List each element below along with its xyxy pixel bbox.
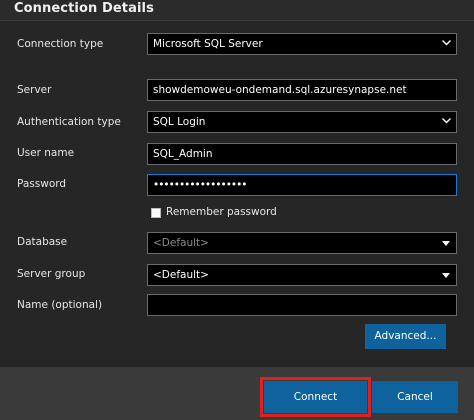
user-name-value: SQL_Admin bbox=[153, 148, 213, 160]
name-optional-label: Name (optional) bbox=[17, 299, 103, 311]
dialog-title: Connection Details bbox=[14, 1, 154, 16]
name-optional-input[interactable] bbox=[147, 294, 457, 316]
database-value: <Default> bbox=[153, 237, 209, 249]
password-value: •••••••••••••••••• bbox=[153, 179, 247, 191]
password-label: Password bbox=[17, 178, 67, 190]
advanced-button[interactable]: Advanced... bbox=[365, 324, 446, 349]
connection-type-value: Microsoft SQL Server bbox=[153, 38, 263, 50]
chevron-down-icon bbox=[442, 40, 451, 48]
connect-highlight-box bbox=[260, 377, 371, 417]
server-value: showdemoweu-ondemand.sql.azuresynapse.ne… bbox=[153, 84, 407, 96]
cancel-button[interactable]: Cancel bbox=[372, 381, 458, 413]
server-input[interactable]: showdemoweu-ondemand.sql.azuresynapse.ne… bbox=[147, 79, 457, 101]
caret-down-icon bbox=[442, 241, 450, 246]
server-label: Server bbox=[17, 84, 52, 96]
remember-password-label[interactable]: Remember password bbox=[166, 206, 277, 218]
auth-type-label: Authentication type bbox=[17, 116, 121, 128]
user-name-input[interactable]: SQL_Admin bbox=[147, 143, 457, 165]
auth-type-select[interactable]: SQL Login bbox=[147, 111, 457, 133]
server-group-label: Server group bbox=[17, 268, 86, 280]
connection-dialog: Connection Details Connection type Micro… bbox=[0, 0, 474, 420]
database-label: Database bbox=[17, 236, 68, 248]
server-group-value: <Default> bbox=[153, 269, 209, 281]
server-group-select[interactable]: <Default> bbox=[147, 264, 457, 286]
dialog-header: Connection Details bbox=[0, 0, 474, 21]
remember-password-checkbox[interactable] bbox=[151, 208, 161, 218]
auth-type-value: SQL Login bbox=[153, 116, 206, 128]
connection-type-label: Connection type bbox=[17, 38, 104, 50]
user-name-label: User name bbox=[17, 147, 75, 159]
database-select[interactable]: <Default> bbox=[147, 232, 457, 254]
caret-down-icon bbox=[442, 273, 450, 278]
password-input[interactable]: •••••••••••••••••• bbox=[147, 174, 457, 196]
chevron-down-icon bbox=[442, 118, 451, 126]
connection-type-select[interactable]: Microsoft SQL Server bbox=[147, 33, 457, 55]
